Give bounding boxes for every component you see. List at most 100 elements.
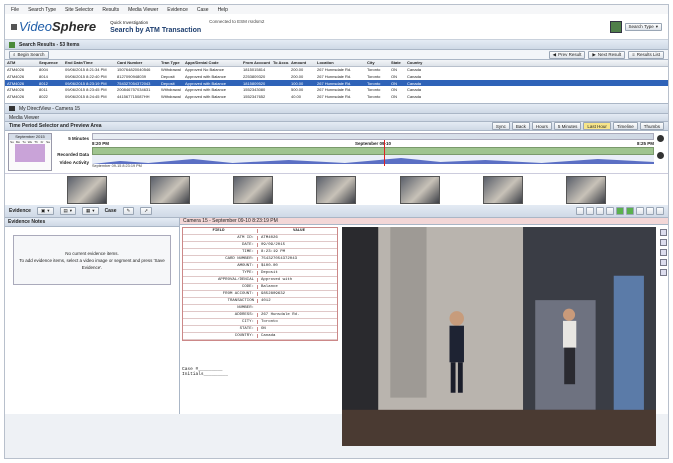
menu-item-4[interactable]: Media Viewer — [128, 7, 158, 13]
camera-video-frame[interactable] — [342, 227, 656, 447]
table-cell: 8127090948039 — [117, 73, 146, 79]
nav-button-2[interactable]: Hours — [531, 122, 552, 130]
nav-button-3[interactable]: 5 Minutes — [553, 122, 582, 130]
cursor-time: September 09-15 8:23:19 PM — [92, 164, 142, 168]
field-name: STATE: — [239, 327, 254, 331]
column-header[interactable]: From Account — [241, 60, 271, 65]
table-row[interactable]: ATM4026 8012 09/06/2015 8:23:19 PM 75432705… — [5, 79, 668, 87]
menu-item-6[interactable]: Case — [197, 7, 209, 13]
table-cell: 09/06/2015 8:22:40 PM — [65, 73, 107, 79]
pause-icon[interactable] — [616, 207, 624, 215]
transaction-table: FIELD VALUE ATM ID: ATM4026 DATE: 09/09/201… — [182, 227, 338, 341]
field-name: CITY: — [241, 320, 254, 324]
table-cell: 267 Hunnsdale Rd. — [317, 67, 352, 73]
camera-title: Camera 15 - September 09-10 8:23:19 PM — [180, 218, 668, 225]
skip-forward-icon[interactable] — [606, 207, 614, 215]
nav-button-6[interactable]: Thumbs — [639, 122, 664, 130]
video-thumbnail[interactable] — [483, 175, 524, 204]
timeline-cursor[interactable] — [384, 140, 386, 166]
video-thumbnail[interactable] — [566, 175, 607, 204]
field-name: AMOUNT: — [237, 264, 254, 268]
column-header[interactable]: ATM — [5, 60, 37, 65]
column-header[interactable]: Sequence — [37, 60, 63, 65]
step-back-icon[interactable] — [586, 207, 594, 215]
month-calendar[interactable]: September 2015 Su Mo Tu We Th Fr Sa — [8, 133, 52, 171]
zoom-icon[interactable] — [659, 229, 667, 236]
search-type-icon[interactable] — [609, 20, 622, 33]
column-header[interactable]: Tran Type — [159, 60, 183, 65]
table-row[interactable]: ATM4026 8022 09/06/2015 8:24:45 PM 44156771… — [5, 93, 668, 100]
menu-item-3[interactable]: Results — [102, 7, 119, 13]
settings-icon[interactable] — [659, 269, 667, 276]
video-thumbnail[interactable] — [66, 175, 107, 204]
table-cell: 267 Hunnsdale Rd. — [317, 87, 352, 93]
results-list-button[interactable]: ≡ Results List — [628, 50, 664, 59]
column-header[interactable]: Card Number — [115, 60, 159, 65]
timeline-track[interactable]: 8:20 PM September 09-10 8:25 PM Septembe… — [92, 133, 654, 171]
column-header[interactable]: End Date/Time — [63, 60, 115, 65]
video-thumbnail[interactable] — [316, 175, 357, 204]
table-row[interactable]: ATM4026 8014 09/06/2015 8:22:40 PM 81270909… — [5, 73, 668, 80]
evidence-doc-button[interactable]: ▦ ▾ — [82, 207, 99, 215]
nav-button-5[interactable]: Timeline — [612, 122, 638, 130]
brand-logo: VideoSphere — [19, 19, 97, 34]
transaction-row: CARD NUMBER: 754327054372043 — [183, 256, 337, 263]
evidence-notes-panel: Evidence Notes No current evidence items… — [5, 218, 180, 414]
column-header[interactable]: Location — [315, 60, 365, 65]
app-header: VideoSphere Quick Investigation Search b… — [5, 14, 668, 40]
grid-icon[interactable] — [659, 249, 667, 256]
menu-item-0[interactable]: File — [11, 7, 19, 13]
check-icon[interactable] — [659, 259, 667, 266]
volume-icon[interactable] — [646, 207, 654, 215]
nav-button-4[interactable]: Last Hour — [583, 122, 611, 130]
menu-item-7[interactable]: Help — [218, 7, 228, 13]
column-header[interactable]: City — [365, 60, 389, 65]
skip-back-icon[interactable] — [596, 207, 604, 215]
calendar-day[interactable] — [45, 162, 51, 166]
scroll-up-icon[interactable] — [657, 135, 664, 142]
table-cell: 8014 — [39, 73, 48, 79]
prev-icon: ◀ — [552, 51, 557, 57]
column-header[interactable]: Appr/Denial Code — [183, 60, 241, 65]
video-thumbnail[interactable] — [233, 175, 274, 204]
menu-item-5[interactable]: Evidence — [167, 7, 188, 13]
nav-button-1[interactable]: Back — [511, 122, 530, 130]
column-header[interactable]: State — [389, 60, 405, 65]
table-row[interactable]: ATM4026 8011 09/06/2015 8:23:45 PM 20084675… — [5, 86, 668, 93]
column-header[interactable]: To Acco... — [271, 60, 289, 65]
menu-item-2[interactable]: Site Selector — [65, 7, 93, 13]
camera-panel: Camera 15 - September 09-10 8:23:19 PM F… — [180, 218, 668, 447]
video-thumbnail[interactable] — [399, 175, 440, 204]
next-result-button[interactable]: ▶ Next Result — [588, 50, 626, 59]
nav-button-0[interactable]: Sync — [491, 122, 510, 130]
evidence-image-button[interactable]: ▣ ▾ — [36, 207, 54, 215]
video-thumbnail[interactable] — [149, 175, 190, 204]
search-type-dropdown[interactable]: Search Type ▾ — [624, 22, 662, 31]
table-row[interactable]: ATM4026 8004 09/06/2015 8:21:34 PM 15076482… — [5, 67, 668, 74]
media-viewer-bar: Media Viewer — [5, 114, 668, 122]
column-header[interactable]: Country — [405, 60, 435, 65]
fast-forward-icon[interactable] — [636, 207, 644, 215]
field-value: 4012 — [257, 299, 337, 303]
case-button[interactable]: ✎ — [122, 207, 135, 215]
field-value: 09/09/2015 — [257, 243, 337, 247]
table-cell: ATM4026 — [7, 87, 25, 93]
transaction-row: APPROVAL/DENIAL Approved with — [183, 277, 337, 284]
snapshot-icon[interactable] — [659, 239, 667, 246]
rewind-icon[interactable] — [576, 207, 584, 215]
table-cell: 09/06/2015 8:23:19 PM — [65, 80, 107, 86]
begin-search-button[interactable]: ⌕ Begin Search — [9, 50, 49, 59]
scroll-down-icon[interactable] — [657, 152, 664, 159]
table-cell: Withdrawal — [161, 93, 181, 99]
table-cell: 8004 — [39, 67, 48, 73]
menu-item-1[interactable]: Search Type — [28, 7, 56, 13]
table-cell: Approved with Balance — [185, 73, 226, 79]
play-icon[interactable] — [626, 207, 634, 215]
speed-icon[interactable] — [656, 207, 664, 215]
prev-result-button[interactable]: ◀ Prev Result — [548, 50, 586, 59]
column-header[interactable]: Amount — [289, 60, 315, 65]
table-cell: Canada — [407, 67, 422, 73]
evidence-video-button[interactable]: ▤ ▾ — [59, 207, 77, 215]
export-button[interactable]: ➚ — [140, 207, 153, 215]
table-cell: Canada — [407, 73, 422, 79]
